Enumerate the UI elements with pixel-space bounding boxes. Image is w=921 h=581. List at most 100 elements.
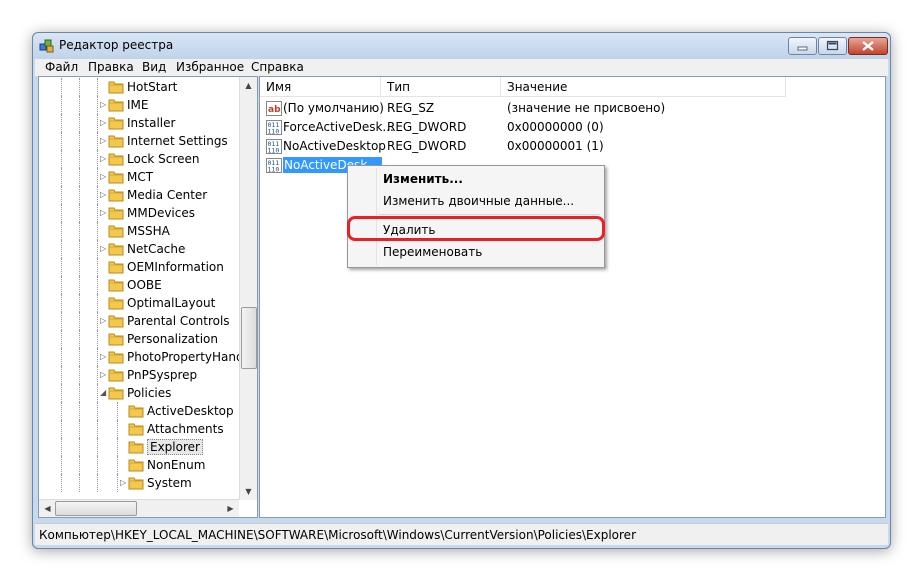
tree-item[interactable]: ◢ Policies (39, 384, 239, 402)
tree-item[interactable]: ▷ Installer (39, 114, 239, 132)
tree-item[interactable]: OOBE (39, 276, 239, 294)
tree-guide-line (97, 420, 98, 438)
tree-item-label: NonEnum (147, 458, 206, 472)
expand-arrow-icon[interactable] (100, 262, 108, 271)
tree-guide-line (79, 276, 80, 294)
tree-scroll-thumb[interactable] (241, 307, 257, 369)
expand-arrow-icon[interactable]: ▷ (100, 370, 108, 379)
expand-arrow-icon[interactable] (100, 82, 108, 91)
registry-editor-window: Редактор реестра Файл Правка Вид Избранн… (32, 32, 891, 549)
tree-item[interactable]: ▷ IME (39, 96, 239, 114)
column-header-name[interactable]: Имя (260, 77, 381, 97)
tree-item[interactable]: ▷ Internet Settings (39, 132, 239, 150)
tree-guide-line (97, 204, 98, 222)
tree-item[interactable]: HotStart (39, 78, 239, 96)
values-list[interactable]: Имя Тип Значение ab (По умолчанию) REG_SZ (… (259, 76, 886, 518)
expand-arrow-icon[interactable] (100, 334, 108, 343)
tree-item-label: Installer (127, 116, 176, 130)
expand-arrow-icon[interactable]: ▷ (100, 172, 108, 181)
menu-edit[interactable]: Правка (88, 60, 134, 74)
tree-item[interactable]: ▷ MMDevices (39, 204, 239, 222)
tree-item[interactable]: ▷ System (39, 474, 239, 492)
expand-arrow-icon[interactable] (100, 226, 108, 235)
tree-item[interactable]: Attachments (39, 420, 239, 438)
expand-arrow-icon[interactable]: ▷ (100, 190, 108, 199)
expand-arrow-icon[interactable] (120, 460, 128, 469)
tree-item[interactable]: OptimalLayout (39, 294, 239, 312)
expand-arrow-icon[interactable]: ▷ (120, 478, 128, 487)
tree-item[interactable]: MSSHA (39, 222, 239, 240)
menu-view[interactable]: Вид (142, 60, 166, 74)
binary-value-icon: 011 110 (266, 139, 282, 155)
tree-guide-line (61, 366, 62, 384)
value-row[interactable]: ab (По умолчанию) REG_SZ (значение не присв… (260, 99, 880, 118)
close-button[interactable] (848, 37, 888, 55)
tree-guide-line (97, 132, 98, 150)
scroll-right-icon[interactable]: ▶ (223, 501, 238, 516)
tree-item[interactable]: ▷ NetCache (39, 240, 239, 258)
tree-guide-line (61, 186, 62, 204)
tree-guide-line (97, 276, 98, 294)
tree-item[interactable]: ▷ PnPSysprep (39, 366, 239, 384)
menu-favorites[interactable]: Избранное (176, 60, 244, 74)
context-modify[interactable]: Изменить... (383, 172, 463, 186)
tree-guide-line (61, 240, 62, 258)
value-row[interactable]: 011 110 ForceActiveDesk... REG_DWORD 0x00000… (260, 118, 880, 137)
tree-horizontal-scrollbar[interactable]: ◀ ▶ (39, 499, 239, 517)
title-bar[interactable]: Редактор реестра (33, 33, 890, 59)
context-rename[interactable]: Переименовать (383, 245, 482, 259)
expand-arrow-icon[interactable]: ▷ (100, 208, 108, 217)
registry-tree[interactable]: HotStart ▷ IME ▷ Installer ▷ Internet Settings… (38, 76, 258, 518)
tree-item[interactable]: ActiveDesktop (39, 402, 239, 420)
tree-item-label: OOBE (127, 278, 162, 292)
expand-arrow-icon[interactable]: ◢ (100, 388, 108, 397)
tree-item[interactable]: ▷ PhotoPropertyHand (39, 348, 244, 366)
tree-guide-line (79, 420, 80, 438)
tree-item[interactable]: ▷ Parental Controls (39, 312, 239, 330)
expand-arrow-icon[interactable]: ▷ (100, 244, 108, 253)
tree-item-label: Parental Controls (127, 314, 230, 328)
tree-item-label: Media Center (127, 188, 208, 202)
tree-item[interactable]: ▷ Media Center (39, 186, 239, 204)
value-value: (значение не присвоено) (507, 101, 666, 115)
expand-arrow-icon[interactable] (100, 280, 108, 289)
tree-item[interactable]: ▷ MCT (39, 168, 239, 186)
scroll-down-icon[interactable]: ▼ (241, 484, 256, 499)
tree-guide-line (97, 438, 98, 456)
tree-guide-line (97, 312, 98, 330)
tree-item[interactable]: ▷ Lock Screen (39, 150, 239, 168)
expand-arrow-icon[interactable] (120, 442, 128, 451)
expand-arrow-icon[interactable] (100, 298, 108, 307)
expand-arrow-icon[interactable]: ▷ (100, 154, 108, 163)
expand-arrow-icon[interactable] (120, 424, 128, 433)
column-header-value[interactable]: Значение (501, 77, 786, 97)
tree-vertical-scrollbar[interactable]: ▲ ▼ (239, 77, 257, 500)
folder-icon (108, 331, 124, 346)
tree-item[interactable]: OEMInformation (39, 258, 239, 276)
menu-file[interactable]: Файл (45, 60, 78, 74)
expand-arrow-icon[interactable]: ▷ (100, 118, 108, 127)
expand-arrow-icon[interactable]: ▷ (100, 352, 108, 361)
minimize-button[interactable] (788, 37, 817, 55)
expand-arrow-icon[interactable]: ▷ (100, 100, 108, 109)
column-header-type[interactable]: Тип (381, 77, 501, 97)
tree-item[interactable]: Personalization (39, 330, 239, 348)
tree-guide-line (61, 312, 62, 330)
tree-guide-line (79, 132, 80, 150)
scroll-left-icon[interactable]: ◀ (40, 501, 55, 516)
menu-help[interactable]: Справка (251, 60, 304, 74)
folder-icon (108, 295, 124, 310)
scroll-up-icon[interactable]: ▲ (241, 78, 256, 93)
tree-item[interactable]: Explorer (39, 438, 239, 456)
tree-guide-line (61, 420, 62, 438)
folder-icon (108, 223, 124, 238)
value-row[interactable]: 011 110 NoActiveDesktop REG_DWORD 0x00000001… (260, 137, 880, 156)
context-modify-binary[interactable]: Изменить двоичные данные... (383, 194, 574, 208)
maximize-button[interactable] (818, 37, 847, 55)
expand-arrow-icon[interactable]: ▷ (100, 136, 108, 145)
expand-arrow-icon[interactable] (120, 406, 128, 415)
tree-hscroll-thumb[interactable] (55, 501, 137, 516)
tree-item[interactable]: NonEnum (39, 456, 239, 474)
expand-arrow-icon[interactable]: ▷ (100, 316, 108, 325)
tree-guide-line (61, 150, 62, 168)
